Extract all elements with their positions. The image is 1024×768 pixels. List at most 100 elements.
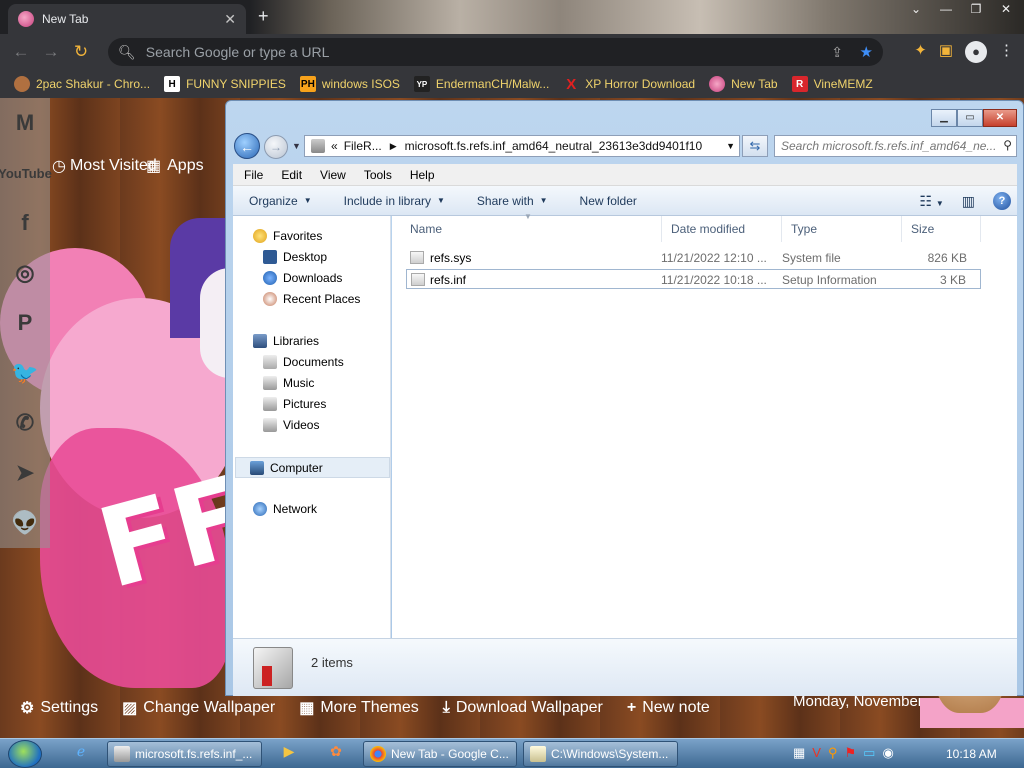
nav-favorites[interactable]: Favorites xyxy=(253,229,322,243)
extensions-puzzle-icon[interactable]: ✦ xyxy=(914,41,927,63)
whatsapp-icon[interactable]: ✆ xyxy=(0,398,50,448)
bookmark-xp-horror[interactable]: X XP Horror Download xyxy=(563,76,695,93)
tab-search-chevron-icon[interactable]: ⌄ xyxy=(904,2,928,16)
more-menu-icon[interactable]: ⋮ xyxy=(999,41,1014,63)
column-header-type[interactable]: Type xyxy=(781,216,902,242)
change-wallpaper-button[interactable]: ▨ Change Wallpaper xyxy=(122,698,275,718)
maximize-icon[interactable]: ❐ xyxy=(964,2,988,16)
change-view-icon[interactable]: ☷ ▼ xyxy=(919,193,943,210)
minimize-icon[interactable]: ▁ xyxy=(931,109,957,127)
address-dropdown-icon[interactable]: ▼ xyxy=(726,141,735,151)
tray-v-icon[interactable]: V xyxy=(812,745,821,761)
browser-tab[interactable]: New Tab ✕ xyxy=(8,4,246,34)
table-row-selected[interactable]: refs.inf 11/21/2022 10:18 ... Setup Info… xyxy=(406,269,981,289)
bookmark-funny-snippies[interactable]: H FUNNY SNIPPIES xyxy=(164,76,286,92)
preview-pane-icon[interactable]: ▥ xyxy=(962,193,975,210)
taskbar-chrome-button[interactable]: New Tab - Google C... xyxy=(363,741,517,767)
new-note-button[interactable]: + New note xyxy=(627,698,710,718)
nav-videos[interactable]: Videos xyxy=(263,418,319,432)
bookmark-endermanch[interactable]: YP EndermanCH/Malw... xyxy=(413,76,549,92)
plus-icon: + xyxy=(626,699,637,716)
address-overflow[interactable]: « xyxy=(331,139,338,153)
twitter-icon[interactable]: 🐦 xyxy=(0,348,50,398)
column-header-size[interactable]: Size xyxy=(901,216,981,242)
gmail-icon[interactable]: M xyxy=(0,98,50,148)
download-wallpaper-button[interactable]: ⤓ Download Wallpaper xyxy=(443,698,603,718)
bookmark-windows-isos[interactable]: PH windows ISOS xyxy=(299,76,400,92)
bookmark-2pac[interactable]: 2pac Shakur - Chro... xyxy=(14,76,150,92)
start-button[interactable] xyxy=(8,740,42,768)
instagram-icon[interactable]: ◎ xyxy=(0,248,50,298)
view-controls: ☷ ▼ ▥ ? xyxy=(919,192,1011,210)
nav-desktop[interactable]: Desktop xyxy=(263,250,327,264)
apps-button[interactable]: ▦ Apps xyxy=(146,156,204,176)
tray-search-icon[interactable]: ⚲ xyxy=(828,745,838,761)
pinterest-icon[interactable]: P xyxy=(0,298,50,348)
taskbar-notepad-button[interactable]: C:\Windows\System... xyxy=(523,741,678,767)
nav-documents[interactable]: Documents xyxy=(263,355,344,369)
organize-button[interactable]: Organize ▼ xyxy=(233,194,328,208)
search-input[interactable]: Search microsoft.fs.refs.inf_amd64_ne...… xyxy=(774,135,1017,157)
nav-recent-places[interactable]: Recent Places xyxy=(263,292,360,306)
breadcrumb-separator-icon[interactable]: ▶ xyxy=(390,141,397,152)
include-in-library-button[interactable]: Include in library ▼ xyxy=(328,194,461,208)
back-button[interactable]: ← xyxy=(234,133,260,159)
more-themes-button[interactable]: ▦ More Themes xyxy=(299,698,419,718)
tray-volume-icon[interactable]: ◉ xyxy=(882,745,893,761)
recent-pages-dropdown-icon[interactable]: ▼ xyxy=(292,141,301,151)
refresh-button[interactable]: ⇆ xyxy=(742,135,768,157)
facebook-icon[interactable]: f xyxy=(0,198,50,248)
table-row[interactable]: refs.sys 11/21/2022 12:10 ... System fil… xyxy=(406,248,981,268)
file-name: refs.sys xyxy=(430,251,472,265)
side-panel-icon[interactable]: ▣ xyxy=(939,41,953,63)
omnibox[interactable]: 🔍︎ Search Google or type a URL ⇪ ★ xyxy=(108,38,883,66)
menu-tools[interactable]: Tools xyxy=(355,168,401,182)
breadcrumb-current[interactable]: microsoft.fs.refs.inf_amd64_neutral_2361… xyxy=(405,139,703,153)
forward-arrow-icon[interactable]: → xyxy=(36,42,66,62)
tray-network-icon[interactable]: ▭ xyxy=(863,745,875,761)
nav-libraries[interactable]: Libraries xyxy=(253,334,319,348)
taskbar-explorer-button[interactable]: microsoft.fs.refs.inf_... xyxy=(107,741,262,767)
share-with-button[interactable]: Share with ▼ xyxy=(461,194,564,208)
bookmark-vinememz[interactable]: R VineMEMZ xyxy=(791,76,873,92)
menu-edit[interactable]: Edit xyxy=(272,168,311,182)
column-header-date[interactable]: Date modified xyxy=(661,216,782,242)
reddit-icon[interactable]: 👽 xyxy=(0,498,50,548)
nav-downloads[interactable]: Downloads xyxy=(263,271,342,285)
tray-flag-icon[interactable]: ⚑ xyxy=(845,745,857,761)
bookmark-star-icon[interactable]: ★ xyxy=(860,43,873,61)
forward-button[interactable]: → xyxy=(264,135,288,159)
share-icon[interactable]: ⇪ xyxy=(831,44,843,61)
internet-explorer-icon[interactable]: ℯ xyxy=(70,743,92,765)
nav-pictures[interactable]: Pictures xyxy=(263,397,326,411)
tab-close-icon[interactable]: ✕ xyxy=(224,11,236,28)
help-icon[interactable]: ? xyxy=(993,192,1011,210)
paint-icon[interactable]: ✿ xyxy=(325,743,347,765)
breadcrumb-filerepository[interactable]: FileR... xyxy=(344,139,382,153)
bookmark-new-tab[interactable]: New Tab xyxy=(709,76,778,92)
reload-icon[interactable]: ↻ xyxy=(66,42,96,62)
minimize-icon[interactable]: — xyxy=(934,2,958,16)
nav-music[interactable]: Music xyxy=(263,376,314,390)
telegram-icon[interactable]: ➤ xyxy=(0,448,50,498)
nav-network[interactable]: Network xyxy=(253,502,317,516)
tray-app-icon[interactable]: ▦ xyxy=(793,745,805,761)
new-folder-button[interactable]: New folder xyxy=(564,194,653,208)
address-bar[interactable]: « FileR... ▶ microsoft.fs.refs.inf_amd64… xyxy=(304,135,740,157)
media-player-icon[interactable]: ▶ xyxy=(278,743,300,765)
nav-computer[interactable]: Computer xyxy=(235,457,390,478)
clock[interactable]: 10:18 AM xyxy=(946,747,997,761)
table-row[interactable] xyxy=(406,348,981,368)
menu-view[interactable]: View xyxy=(311,168,355,182)
most-visited-button[interactable]: ◷ Most Visited xyxy=(52,156,157,176)
back-arrow-icon[interactable]: ← xyxy=(6,42,36,62)
close-window-icon[interactable]: ✕ xyxy=(994,2,1018,16)
maximize-icon[interactable]: ▭ xyxy=(957,109,983,127)
new-tab-plus-icon[interactable]: + xyxy=(258,6,269,27)
close-icon[interactable]: ✕ xyxy=(983,109,1017,127)
settings-button[interactable]: ⚙ Settings xyxy=(20,698,98,718)
youtube-icon[interactable]: YouTube xyxy=(0,148,52,198)
menu-help[interactable]: Help xyxy=(401,168,444,182)
profile-avatar-icon[interactable]: ● xyxy=(965,41,987,63)
menu-file[interactable]: File xyxy=(235,168,272,182)
